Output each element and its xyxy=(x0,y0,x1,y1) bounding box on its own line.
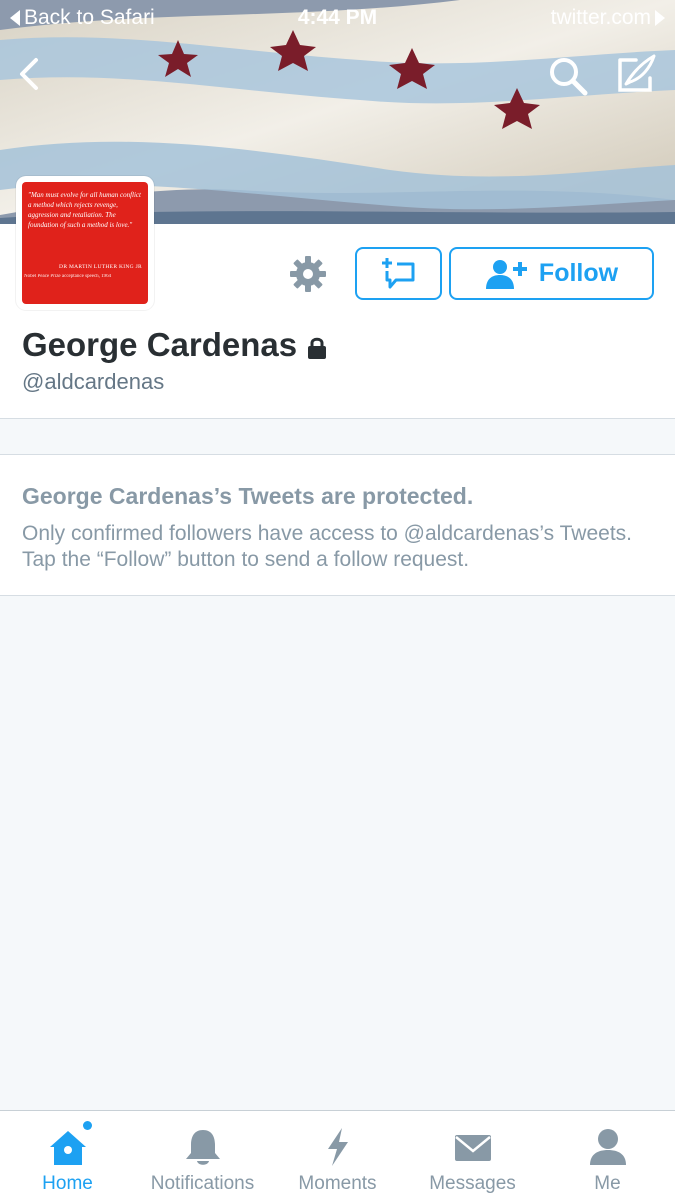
tab-moments-label: Moments xyxy=(298,1173,377,1194)
avatar[interactable]: "Man must evolve for all human conflict … xyxy=(16,176,154,310)
lightning-icon xyxy=(316,1127,360,1167)
site-link[interactable]: twitter.com xyxy=(551,6,665,30)
gear-icon xyxy=(290,256,326,292)
tab-moments[interactable]: Moments xyxy=(270,1111,405,1200)
follow-label: Follow xyxy=(538,259,619,287)
message-bubble-icon xyxy=(381,257,414,288)
direct-message-button[interactable] xyxy=(355,247,442,300)
protected-title: George Cardenas’s Tweets are protected. xyxy=(22,483,474,509)
tab-home-label: Home xyxy=(42,1173,93,1194)
settings-button[interactable] xyxy=(288,254,328,294)
tab-messages-label: Messages xyxy=(429,1173,516,1194)
protected-body: Only confirmed followers have access to … xyxy=(22,522,632,571)
tab-messages[interactable]: Messages xyxy=(405,1111,540,1200)
forward-triangle-icon xyxy=(655,10,665,26)
protected-notice: George Cardenas’s Tweets are protected. … xyxy=(0,454,675,596)
site-label: twitter.com xyxy=(550,6,651,29)
compose-tweet-icon[interactable] xyxy=(612,52,658,98)
add-person-icon xyxy=(485,259,527,289)
search-icon[interactable] xyxy=(546,54,590,98)
back-arrow-icon[interactable] xyxy=(12,54,52,94)
person-icon xyxy=(586,1127,630,1167)
avatar-subtitle: Nobel Peace Prize acceptance speech, 196… xyxy=(24,274,112,279)
tab-notifications-label: Notifications xyxy=(150,1173,255,1194)
tab-me[interactable]: Me xyxy=(540,1111,675,1200)
tab-home[interactable]: Home xyxy=(0,1111,135,1200)
status-bar: Back to Safari 4:44 PM twitter.com xyxy=(0,0,675,36)
profile-name: George Cardenas xyxy=(22,326,327,364)
avatar-quote: "Man must evolve for all human conflict … xyxy=(28,191,141,229)
profile-handle: @aldcardenas xyxy=(22,369,165,394)
tab-notifications[interactable]: Notifications xyxy=(135,1111,270,1200)
lock-icon xyxy=(308,337,327,359)
follow-button[interactable]: Follow xyxy=(449,247,654,300)
envelope-icon xyxy=(451,1127,495,1167)
tab-me-label: Me xyxy=(594,1173,621,1194)
home-icon xyxy=(46,1121,92,1167)
tab-bar: Home Notifications Moments Messages Me xyxy=(0,1110,675,1200)
new-content-dot xyxy=(82,1121,92,1130)
display-name-text: George Cardenas xyxy=(22,326,298,363)
bell-icon xyxy=(181,1127,225,1167)
avatar-image: "Man must evolve for all human conflict … xyxy=(22,182,148,304)
avatar-author: DR MARTIN LUTHER KING JR xyxy=(59,264,142,270)
